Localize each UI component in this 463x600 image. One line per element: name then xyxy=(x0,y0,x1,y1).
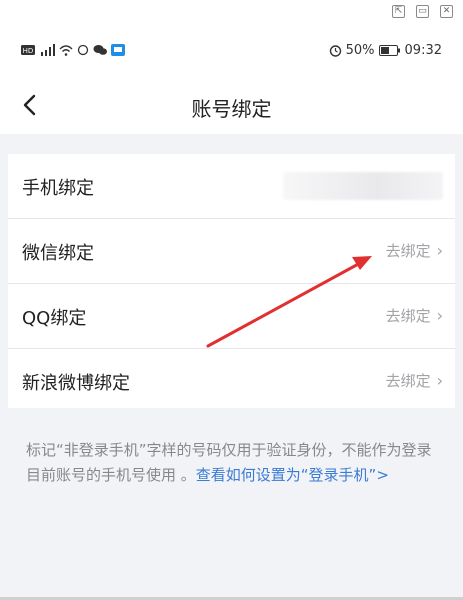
battery-percent: 50% xyxy=(345,43,375,58)
svg-text:HD: HD xyxy=(23,47,34,55)
alarm-icon xyxy=(329,45,341,57)
chevron-right-icon: › xyxy=(436,241,443,260)
status-icons-right: 50% 09:32 xyxy=(329,43,442,58)
chevron-right-icon: › xyxy=(436,306,443,325)
phone-number-masked xyxy=(283,172,443,200)
status-icons-left: HD xyxy=(21,44,125,56)
binding-row-phone[interactable]: 手机绑定 xyxy=(8,154,455,219)
bind-action[interactable]: 去绑定 › xyxy=(386,370,443,391)
binding-label: 手机绑定 xyxy=(22,178,94,199)
bind-action-label: 去绑定 xyxy=(385,307,431,325)
wifi-icon xyxy=(59,45,73,56)
footnote: 标记“非登录手机”字样的号码仅用于验证身份，不能作为登录目前账号的手机号使用 。… xyxy=(26,438,436,488)
alarm-outline-icon xyxy=(77,44,89,56)
close-icon[interactable]: ✕ xyxy=(440,5,453,18)
binding-label: 新浪微博绑定 xyxy=(22,373,130,394)
bind-action[interactable]: 去绑定 › xyxy=(386,305,443,326)
login-phone-help-link[interactable]: 查看如何设置为“登录手机”> xyxy=(196,466,389,484)
binding-row-wechat[interactable]: 微信绑定 去绑定 › xyxy=(8,219,455,284)
bind-action[interactable]: 去绑定 › xyxy=(386,240,443,261)
footnote-area: 标记“非登录手机”字样的号码仅用于验证身份，不能作为登录目前账号的手机号使用 。… xyxy=(8,408,455,592)
bind-action-label: 去绑定 xyxy=(385,242,431,260)
status-bar: HD 50% 09:32 xyxy=(0,26,463,78)
binding-row-weibo[interactable]: 新浪微博绑定 去绑定 › xyxy=(8,349,455,413)
navigation-bar: 账号绑定 xyxy=(0,78,463,134)
window-titlebar: ⇱ ▭ ✕ xyxy=(0,0,463,26)
app-icon xyxy=(111,44,125,56)
binding-label: QQ绑定 xyxy=(22,308,87,329)
battery-icon xyxy=(378,45,400,56)
popout-icon[interactable]: ⇱ xyxy=(392,5,405,18)
clock: 09:32 xyxy=(404,43,442,58)
binding-row-qq[interactable]: QQ绑定 去绑定 › xyxy=(8,284,455,349)
page-title: 账号绑定 xyxy=(191,97,272,121)
binding-list: 手机绑定 微信绑定 去绑定 › QQ绑定 去绑定 › 新浪微博绑定 去绑定 › xyxy=(8,154,455,413)
signal-icon xyxy=(41,44,55,56)
minimize-icon[interactable]: ▭ xyxy=(416,5,429,18)
binding-label: 微信绑定 xyxy=(22,243,94,264)
bind-action-label: 去绑定 xyxy=(385,372,431,390)
wechat-icon xyxy=(93,45,107,55)
chevron-right-icon: › xyxy=(436,371,443,390)
hd-icon: HD xyxy=(21,45,35,55)
